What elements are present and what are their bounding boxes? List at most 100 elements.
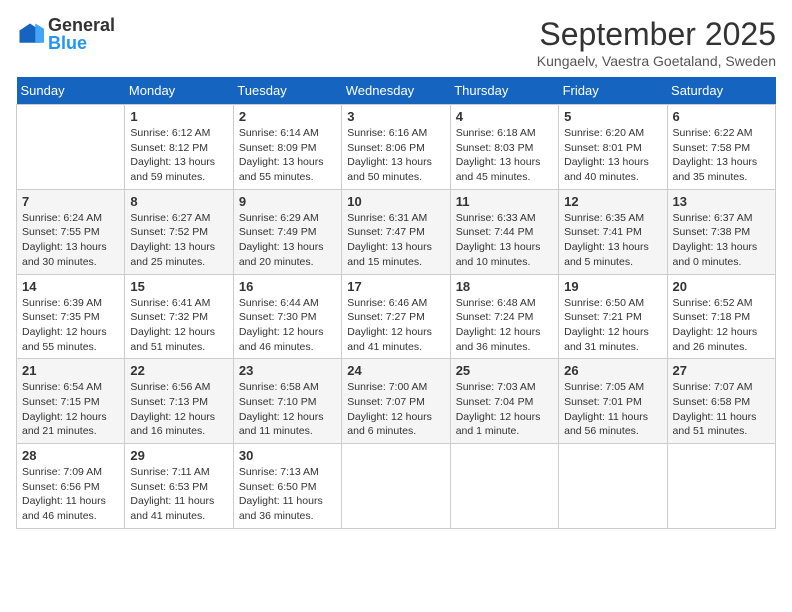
- day-info: Sunrise: 6:50 AM Sunset: 7:21 PM Dayligh…: [564, 296, 661, 355]
- day-number: 6: [673, 109, 770, 124]
- day-info: Sunrise: 6:16 AM Sunset: 8:06 PM Dayligh…: [347, 126, 444, 185]
- day-number: 26: [564, 363, 661, 378]
- location: Kungaelv, Vaestra Goetaland, Sweden: [537, 53, 776, 69]
- day-number: 21: [22, 363, 119, 378]
- calendar-cell: [667, 444, 775, 529]
- day-number: 4: [456, 109, 553, 124]
- calendar-cell: 27 Sunrise: 7:07 AM Sunset: 6:58 PM Dayli…: [667, 359, 775, 444]
- day-info: Sunrise: 6:48 AM Sunset: 7:24 PM Dayligh…: [456, 296, 553, 355]
- calendar-cell: 29Sunrise: 7:11 AM Sunset: 6:53 PM Dayli…: [125, 444, 233, 529]
- day-info: Sunrise: 6:46 AM Sunset: 7:27 PM Dayligh…: [347, 296, 444, 355]
- day-number: 10: [347, 194, 444, 209]
- calendar-header-row: SundayMondayTuesdayWednesdayThursdayFrid…: [17, 77, 776, 105]
- calendar-cell: 13 Sunrise: 6:37 AM Sunset: 7:38 PM Dayli…: [667, 189, 775, 274]
- calendar-week-4: 21 Sunrise: 6:54 AM Sunset: 7:15 PM Dayli…: [17, 359, 776, 444]
- day-number: 2: [239, 109, 336, 124]
- day-number: 20: [673, 279, 770, 294]
- day-number: 27: [673, 363, 770, 378]
- calendar-cell: 24 Sunrise: 7:00 AM Sunset: 7:07 PM Dayli…: [342, 359, 450, 444]
- calendar-cell: 30Sunrise: 7:13 AM Sunset: 6:50 PM Dayli…: [233, 444, 341, 529]
- day-number: 1: [130, 109, 227, 124]
- day-info: Sunrise: 6:18 AM Sunset: 8:03 PM Dayligh…: [456, 126, 553, 185]
- calendar-cell: 6 Sunrise: 6:22 AM Sunset: 7:58 PM Daylig…: [667, 105, 775, 190]
- day-number: 3: [347, 109, 444, 124]
- calendar-cell: 20 Sunrise: 6:52 AM Sunset: 7:18 PM Dayli…: [667, 274, 775, 359]
- calendar-cell: 12 Sunrise: 6:35 AM Sunset: 7:41 PM Dayli…: [559, 189, 667, 274]
- header-day-saturday: Saturday: [667, 77, 775, 105]
- day-number: 11: [456, 194, 553, 209]
- calendar-cell: 2 Sunrise: 6:14 AM Sunset: 8:09 PM Daylig…: [233, 105, 341, 190]
- calendar-cell: [450, 444, 558, 529]
- day-info: Sunrise: 6:58 AM Sunset: 7:10 PM Dayligh…: [239, 380, 336, 439]
- calendar-cell: 18Sunrise: 6:48 AM Sunset: 7:24 PM Dayli…: [450, 274, 558, 359]
- day-info: Sunrise: 6:56 AM Sunset: 7:13 PM Dayligh…: [130, 380, 227, 439]
- month-title: September 2025: [537, 16, 776, 53]
- header-day-tuesday: Tuesday: [233, 77, 341, 105]
- header-day-sunday: Sunday: [17, 77, 125, 105]
- day-number: 23: [239, 363, 336, 378]
- day-number: 15: [130, 279, 227, 294]
- day-number: 5: [564, 109, 661, 124]
- day-info: Sunrise: 7:05 AM Sunset: 7:01 PM Dayligh…: [564, 380, 661, 439]
- logo-blue: Blue: [48, 34, 115, 52]
- calendar-cell: 23 Sunrise: 6:58 AM Sunset: 7:10 PM Dayli…: [233, 359, 341, 444]
- logo-text: General Blue: [48, 16, 115, 52]
- logo-general: General: [48, 16, 115, 34]
- calendar-cell: 10 Sunrise: 6:31 AM Sunset: 7:47 PM Dayli…: [342, 189, 450, 274]
- calendar-cell: [17, 105, 125, 190]
- day-info: Sunrise: 6:29 AM Sunset: 7:49 PM Dayligh…: [239, 211, 336, 270]
- calendar-cell: [559, 444, 667, 529]
- calendar-cell: 25 Sunrise: 7:03 AM Sunset: 7:04 PM Dayli…: [450, 359, 558, 444]
- calendar-cell: 7Sunrise: 6:24 AM Sunset: 7:55 PM Daylig…: [17, 189, 125, 274]
- day-number: 8: [130, 194, 227, 209]
- calendar-cell: 14Sunrise: 6:39 AM Sunset: 7:35 PM Dayli…: [17, 274, 125, 359]
- calendar-week-3: 14Sunrise: 6:39 AM Sunset: 7:35 PM Dayli…: [17, 274, 776, 359]
- calendar-cell: 1 Sunrise: 6:12 AM Sunset: 8:12 PM Daylig…: [125, 105, 233, 190]
- header-day-wednesday: Wednesday: [342, 77, 450, 105]
- day-info: Sunrise: 6:31 AM Sunset: 7:47 PM Dayligh…: [347, 211, 444, 270]
- calendar-cell: 4 Sunrise: 6:18 AM Sunset: 8:03 PM Daylig…: [450, 105, 558, 190]
- day-info: Sunrise: 6:22 AM Sunset: 7:58 PM Dayligh…: [673, 126, 770, 185]
- day-info: Sunrise: 6:35 AM Sunset: 7:41 PM Dayligh…: [564, 211, 661, 270]
- day-info: Sunrise: 7:07 AM Sunset: 6:58 PM Dayligh…: [673, 380, 770, 439]
- day-info: Sunrise: 6:54 AM Sunset: 7:15 PM Dayligh…: [22, 380, 119, 439]
- calendar-cell: 26 Sunrise: 7:05 AM Sunset: 7:01 PM Dayli…: [559, 359, 667, 444]
- day-info: Sunrise: 6:27 AM Sunset: 7:52 PM Dayligh…: [130, 211, 227, 270]
- calendar-cell: [342, 444, 450, 529]
- day-info: Sunrise: 6:14 AM Sunset: 8:09 PM Dayligh…: [239, 126, 336, 185]
- calendar-cell: 9 Sunrise: 6:29 AM Sunset: 7:49 PM Daylig…: [233, 189, 341, 274]
- day-info: Sunrise: 7:09 AM Sunset: 6:56 PM Dayligh…: [22, 465, 119, 524]
- title-block: September 2025 Kungaelv, Vaestra Goetala…: [537, 16, 776, 69]
- calendar-cell: 28 Sunrise: 7:09 AM Sunset: 6:56 PM Dayli…: [17, 444, 125, 529]
- day-number: 25: [456, 363, 553, 378]
- logo-icon: [16, 20, 44, 48]
- day-info: Sunrise: 6:12 AM Sunset: 8:12 PM Dayligh…: [130, 126, 227, 185]
- calendar-week-2: 7Sunrise: 6:24 AM Sunset: 7:55 PM Daylig…: [17, 189, 776, 274]
- day-info: Sunrise: 6:33 AM Sunset: 7:44 PM Dayligh…: [456, 211, 553, 270]
- day-number: 13: [673, 194, 770, 209]
- day-number: 28: [22, 448, 119, 463]
- day-number: 9: [239, 194, 336, 209]
- day-info: Sunrise: 6:20 AM Sunset: 8:01 PM Dayligh…: [564, 126, 661, 185]
- day-number: 24: [347, 363, 444, 378]
- day-info: Sunrise: 6:24 AM Sunset: 7:55 PM Dayligh…: [22, 211, 119, 270]
- calendar-cell: 19 Sunrise: 6:50 AM Sunset: 7:21 PM Dayli…: [559, 274, 667, 359]
- day-info: Sunrise: 6:37 AM Sunset: 7:38 PM Dayligh…: [673, 211, 770, 270]
- day-number: 19: [564, 279, 661, 294]
- calendar-cell: 5 Sunrise: 6:20 AM Sunset: 8:01 PM Daylig…: [559, 105, 667, 190]
- day-info: Sunrise: 6:52 AM Sunset: 7:18 PM Dayligh…: [673, 296, 770, 355]
- day-info: Sunrise: 6:44 AM Sunset: 7:30 PM Dayligh…: [239, 296, 336, 355]
- day-number: 22: [130, 363, 227, 378]
- day-number: 17: [347, 279, 444, 294]
- day-info: Sunrise: 7:03 AM Sunset: 7:04 PM Dayligh…: [456, 380, 553, 439]
- calendar-cell: 3 Sunrise: 6:16 AM Sunset: 8:06 PM Daylig…: [342, 105, 450, 190]
- day-number: 16: [239, 279, 336, 294]
- header-day-monday: Monday: [125, 77, 233, 105]
- day-info: Sunrise: 7:00 AM Sunset: 7:07 PM Dayligh…: [347, 380, 444, 439]
- calendar-week-5: 28 Sunrise: 7:09 AM Sunset: 6:56 PM Dayli…: [17, 444, 776, 529]
- calendar-table: SundayMondayTuesdayWednesdayThursdayFrid…: [16, 77, 776, 529]
- page-header: General Blue September 2025 Kungaelv, Va…: [16, 16, 776, 69]
- calendar-cell: 16 Sunrise: 6:44 AM Sunset: 7:30 PM Dayli…: [233, 274, 341, 359]
- day-number: 30: [239, 448, 336, 463]
- day-number: 12: [564, 194, 661, 209]
